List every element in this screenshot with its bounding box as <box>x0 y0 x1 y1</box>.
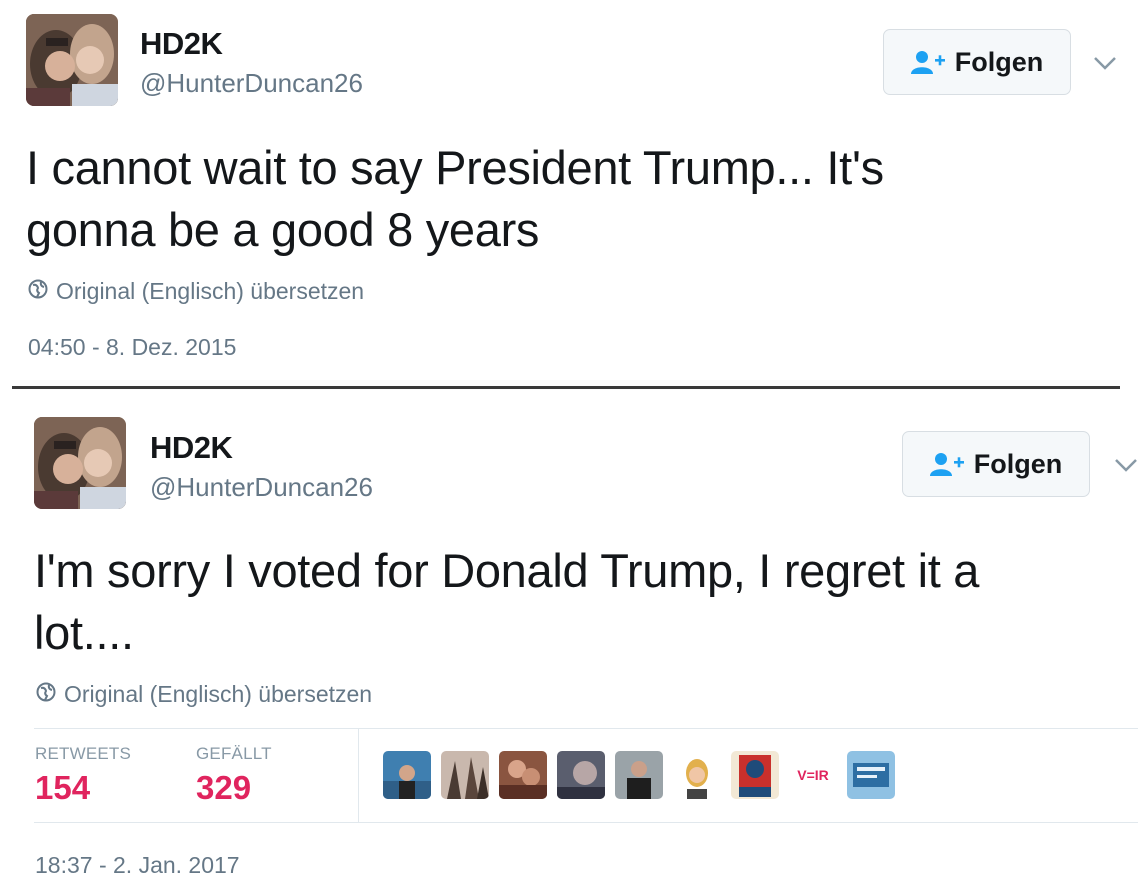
liker-avatar[interactable] <box>847 751 895 799</box>
tweet-text: I cannot wait to say President Trump... … <box>26 137 884 261</box>
liker-avatar[interactable] <box>557 751 605 799</box>
tweet-text-line: I cannot wait to say President Trump... … <box>26 141 884 194</box>
liker-avatar[interactable] <box>499 751 547 799</box>
globe-icon <box>28 278 48 305</box>
tweet-text-line: lot.... <box>34 606 134 659</box>
likes-label: GEFÄLLT <box>196 744 272 763</box>
liker-avatars: V=IR <box>383 751 895 799</box>
username-handle[interactable]: @HunterDuncan26 <box>140 68 363 99</box>
liker-avatar-text[interactable]: V=IR <box>789 751 837 799</box>
stats-divider <box>34 728 1138 729</box>
tweet-card-2: HD2K @HunterDuncan26 Folgen I'm sorry I … <box>0 392 1140 891</box>
retweets-count: 154 <box>35 769 91 806</box>
liker-avatar[interactable] <box>615 751 663 799</box>
stats-separator <box>358 728 359 822</box>
follow-button[interactable]: Folgen <box>902 431 1090 497</box>
follow-button-label: Folgen <box>973 448 1063 479</box>
add-user-icon <box>910 50 945 74</box>
divider <box>12 386 1120 389</box>
timestamp[interactable]: 04:50 - 8. Dez. 2015 <box>28 334 236 361</box>
username-handle[interactable]: @HunterDuncan26 <box>150 472 373 503</box>
liker-avatar[interactable] <box>441 751 489 799</box>
liker-avatar[interactable] <box>731 751 779 799</box>
retweets-label: RETWEETS <box>35 744 132 763</box>
chevron-down-icon[interactable] <box>1092 54 1118 72</box>
tweet-card-1: HD2K @HunterDuncan26 Folgen I cannot wai… <box>0 0 1140 385</box>
tweet-text-line: I'm sorry I voted for Donald Trump, I re… <box>34 544 980 597</box>
follow-button[interactable]: Folgen <box>883 29 1071 95</box>
display-name[interactable]: HD2K <box>140 26 223 62</box>
add-user-icon <box>929 452 964 476</box>
globe-icon <box>36 681 56 708</box>
tweet-text-line: gonna be a good 8 years <box>26 203 540 256</box>
liker-avatar[interactable] <box>673 751 721 799</box>
chevron-down-icon[interactable] <box>1113 456 1139 474</box>
display-name[interactable]: HD2K <box>150 430 233 466</box>
translate-label: Original (Englisch) übersetzen <box>64 681 373 707</box>
avatar[interactable] <box>26 14 118 106</box>
avatar[interactable] <box>34 417 126 509</box>
follow-button-label: Folgen <box>954 46 1044 77</box>
translate-link[interactable]: Original (Englisch) übersetzen <box>36 681 372 708</box>
timestamp[interactable]: 18:37 - 2. Jan. 2017 <box>35 852 240 879</box>
translate-label: Original (Englisch) übersetzen <box>56 278 365 304</box>
tweet-text: I'm sorry I voted for Donald Trump, I re… <box>34 540 979 664</box>
stats-divider <box>34 822 1138 823</box>
translate-link[interactable]: Original (Englisch) übersetzen <box>28 278 364 305</box>
liker-avatar[interactable] <box>383 751 431 799</box>
likes-count: 329 <box>196 769 252 806</box>
